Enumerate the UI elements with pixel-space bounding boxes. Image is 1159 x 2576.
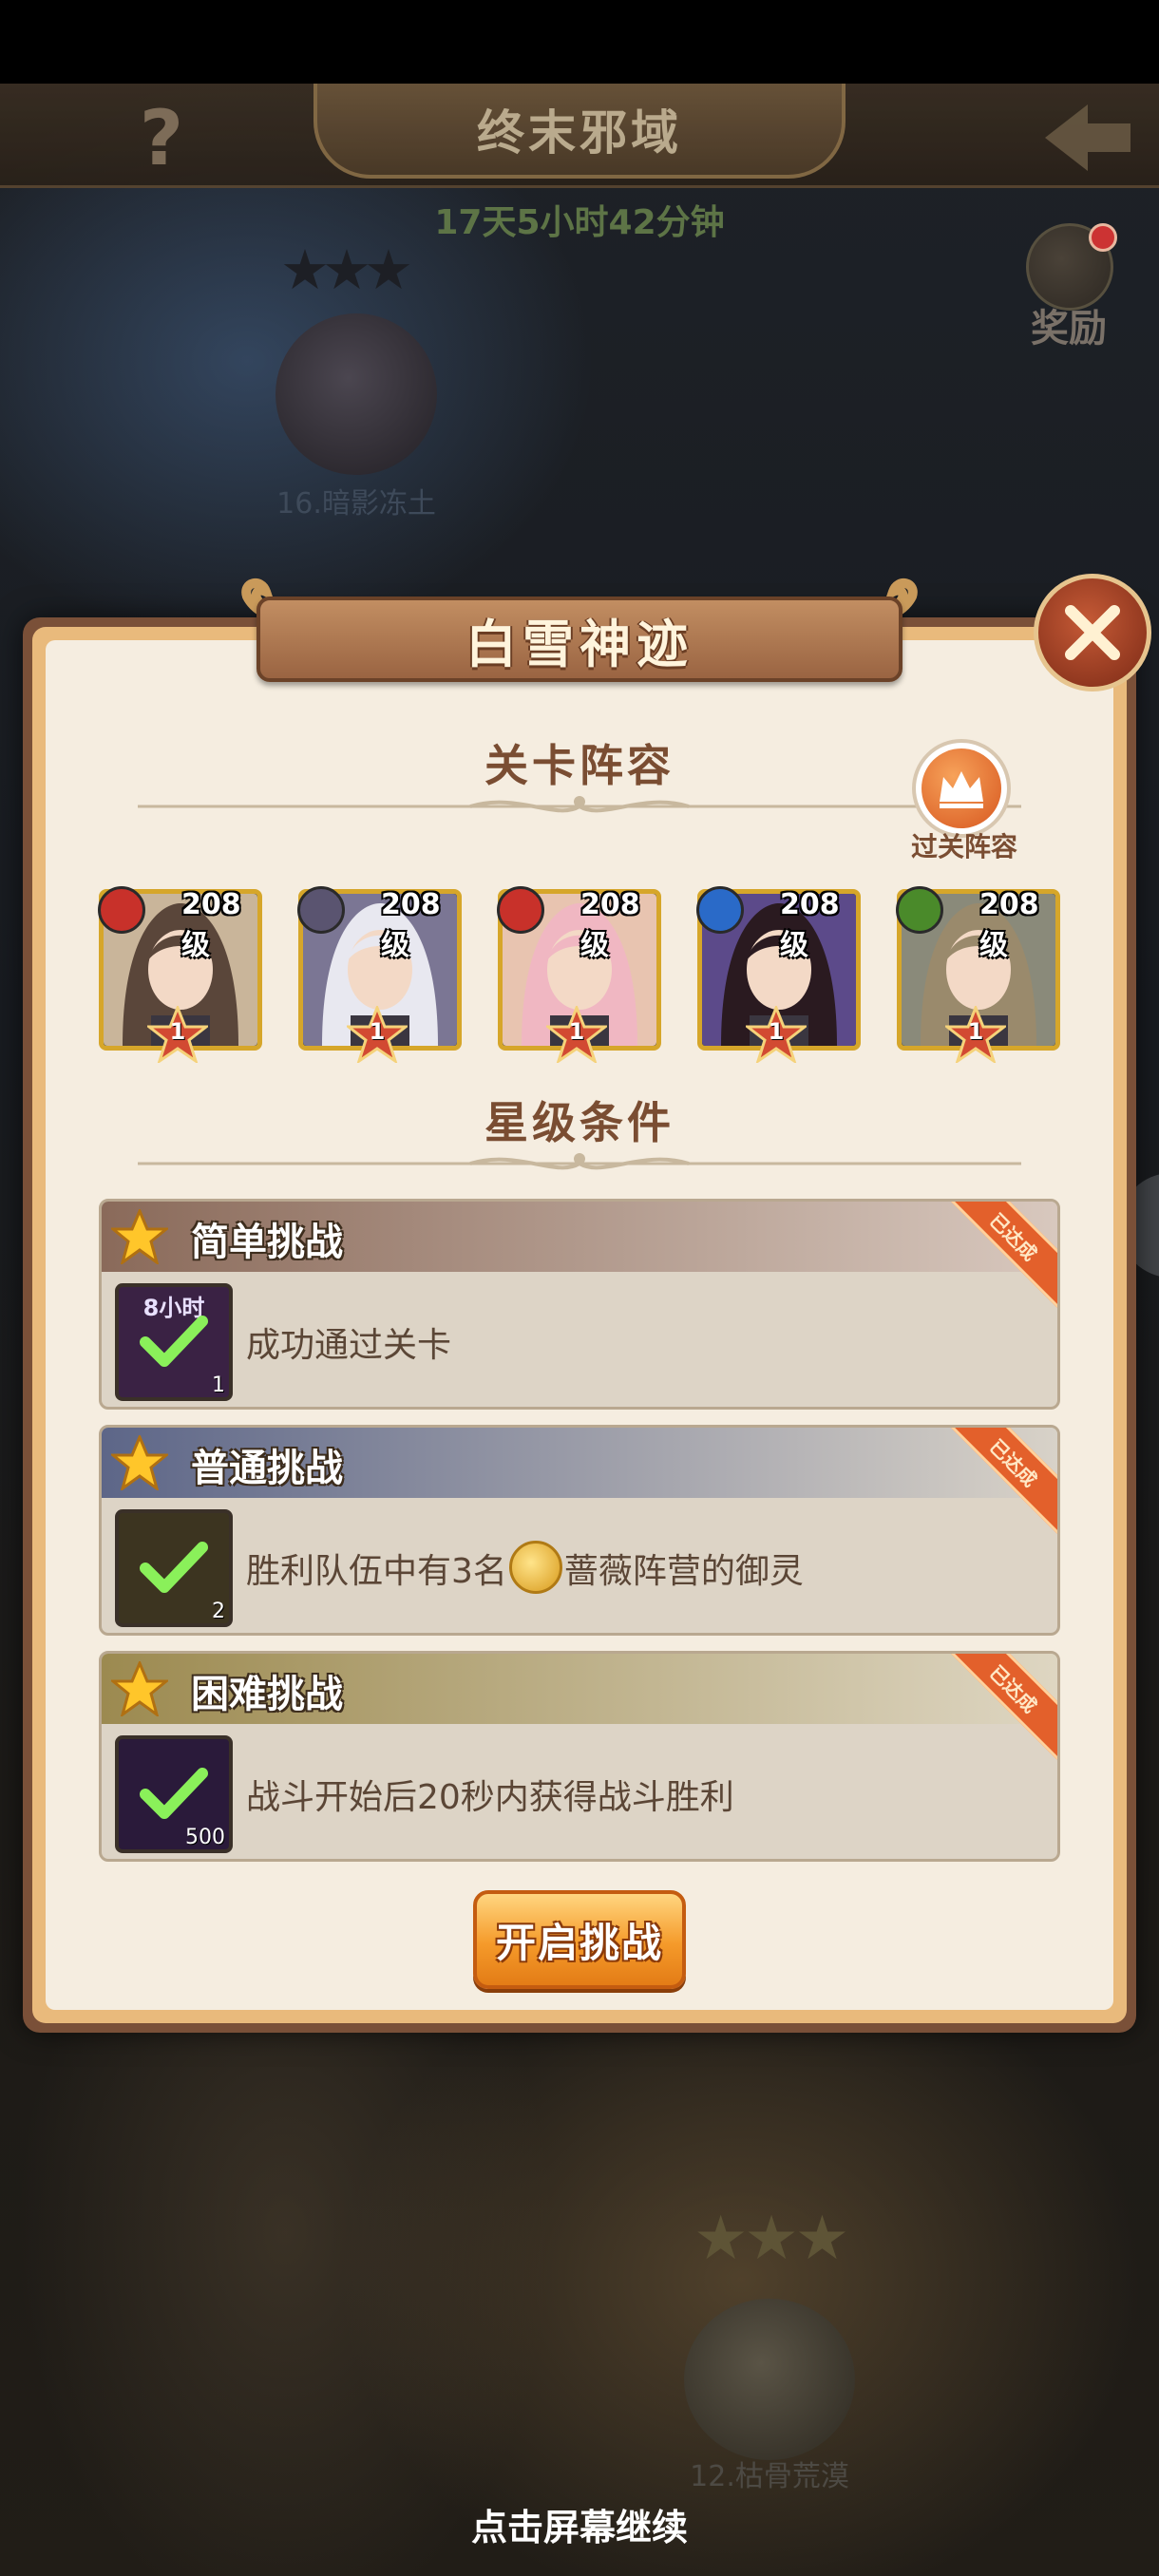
stage-node-bone-desert[interactable] bbox=[684, 2299, 855, 2460]
condition-header: 普通挑战 bbox=[102, 1428, 1057, 1498]
hero-level: 208级 bbox=[780, 888, 840, 962]
stage-node-label: 12.枯骨荒漠 bbox=[690, 2460, 849, 2493]
event-countdown: 17天5小时42分钟 bbox=[434, 203, 725, 242]
start-challenge-label: 开启挑战 bbox=[495, 1919, 663, 1966]
hero-level: 208级 bbox=[580, 888, 640, 962]
notification-dot bbox=[1089, 223, 1117, 252]
hero-star-count: 1 bbox=[967, 1018, 984, 1045]
conditions-title: 星级条件 bbox=[484, 1097, 674, 1148]
star-condition-row: 困难挑战 已达成 500 战斗开始后20秒内获得战斗胜利 bbox=[99, 1651, 1060, 1862]
hero-star-count: 1 bbox=[768, 1018, 785, 1045]
hero-card[interactable]: 208级 1 bbox=[297, 886, 462, 1063]
rose-faction-icon bbox=[508, 1541, 562, 1594]
dialog-title-board: 白雪神迹 bbox=[256, 597, 902, 682]
condition-text: 胜利队伍中有3名 蔷薇阵营的御灵 bbox=[246, 1541, 804, 1594]
crown-icon bbox=[922, 748, 1001, 828]
close-button[interactable] bbox=[1034, 574, 1151, 691]
hero-lineup: 208级 1 208级 1 208级 1 208级 1 208级 1 bbox=[98, 886, 1060, 1063]
pass-lineup-button[interactable] bbox=[912, 739, 1011, 838]
condition-text: 战斗开始后20秒内获得战斗胜利 bbox=[246, 1778, 734, 1817]
checkmark-icon bbox=[140, 1768, 208, 1819]
faction-shadow-icon bbox=[297, 886, 345, 934]
hero-star-count: 1 bbox=[568, 1018, 585, 1045]
close-icon bbox=[1065, 605, 1120, 660]
continue-hint[interactable]: 点击屏幕继续 bbox=[0, 2498, 1159, 2550]
condition-text: 成功通过关卡 bbox=[246, 1326, 452, 1365]
stage-node-shadow-frost[interactable] bbox=[276, 313, 437, 475]
hero-card[interactable]: 208级 1 bbox=[896, 886, 1060, 1063]
star-condition-row: 普通挑战 已达成 2 胜利队伍中有3名 蔷薇阵营的御灵 bbox=[99, 1425, 1060, 1636]
ornament-divider-icon bbox=[138, 796, 1021, 813]
reward-item[interactable]: 2 bbox=[115, 1509, 233, 1627]
star-icon bbox=[111, 1435, 168, 1490]
faction-fire-icon bbox=[98, 886, 145, 934]
ornament-divider-icon bbox=[138, 1153, 1021, 1170]
help-button[interactable]: ? bbox=[133, 94, 190, 182]
star-icon bbox=[111, 1661, 168, 1716]
hero-star-count: 1 bbox=[169, 1018, 186, 1045]
star-condition-row: 简单挑战 已达成 8小时 1 成功通过关卡 bbox=[99, 1199, 1060, 1410]
reward-item[interactable]: 500 bbox=[115, 1735, 233, 1853]
node-top-stars: ★★★ bbox=[280, 237, 413, 302]
hero-star-count: 1 bbox=[369, 1018, 386, 1045]
star-icon bbox=[111, 1209, 168, 1264]
map-title: 终末邪域 bbox=[477, 105, 682, 161]
reward-label: 奖励 bbox=[1031, 307, 1107, 350]
faction-fire-icon bbox=[497, 886, 544, 934]
hero-level: 208级 bbox=[381, 888, 441, 962]
back-arrow-icon bbox=[1045, 104, 1130, 171]
hero-level: 208级 bbox=[181, 888, 241, 962]
back-button[interactable] bbox=[1036, 90, 1140, 185]
pass-lineup-label: 过关阵容 bbox=[910, 831, 1017, 862]
node-bottom-stars: ★★★ bbox=[694, 2204, 849, 2274]
condition-title: 简单挑战 bbox=[191, 1221, 343, 1264]
checkmark-icon bbox=[140, 1316, 208, 1367]
dialog-header: 白雪神迹 bbox=[218, 568, 940, 691]
reward-item-count: 1 bbox=[212, 1373, 225, 1397]
dialog-title: 白雪神迹 bbox=[466, 614, 694, 674]
map-title-plate: 终末邪域 bbox=[314, 84, 846, 179]
hero-card[interactable]: 208级 1 bbox=[497, 886, 661, 1063]
condition-title: 普通挑战 bbox=[191, 1447, 343, 1490]
condition-text-before: 胜利队伍中有3名 bbox=[246, 1552, 507, 1591]
condition-title: 困难挑战 bbox=[191, 1673, 343, 1716]
faction-water-icon bbox=[696, 886, 744, 934]
reward-item-count: 2 bbox=[212, 1600, 225, 1623]
condition-header: 简单挑战 bbox=[102, 1202, 1057, 1272]
faction-nature-icon bbox=[896, 886, 943, 934]
condition-header: 困难挑战 bbox=[102, 1654, 1057, 1724]
hero-card[interactable]: 208级 1 bbox=[98, 886, 262, 1063]
start-challenge-button[interactable]: 开启挑战 bbox=[473, 1890, 686, 1989]
reward-item[interactable]: 8小时 1 bbox=[115, 1283, 233, 1401]
status-bar bbox=[0, 0, 1159, 84]
reward-button[interactable]: 奖励 bbox=[1016, 223, 1121, 350]
hero-level: 208级 bbox=[979, 888, 1039, 962]
stage-node-label: 16.暗影冻土 bbox=[276, 487, 436, 521]
reward-item-count: 500 bbox=[185, 1826, 225, 1849]
checkmark-icon bbox=[140, 1542, 208, 1593]
condition-text-after: 蔷薇阵营的御灵 bbox=[563, 1552, 804, 1591]
hero-card[interactable]: 208级 1 bbox=[696, 886, 861, 1063]
